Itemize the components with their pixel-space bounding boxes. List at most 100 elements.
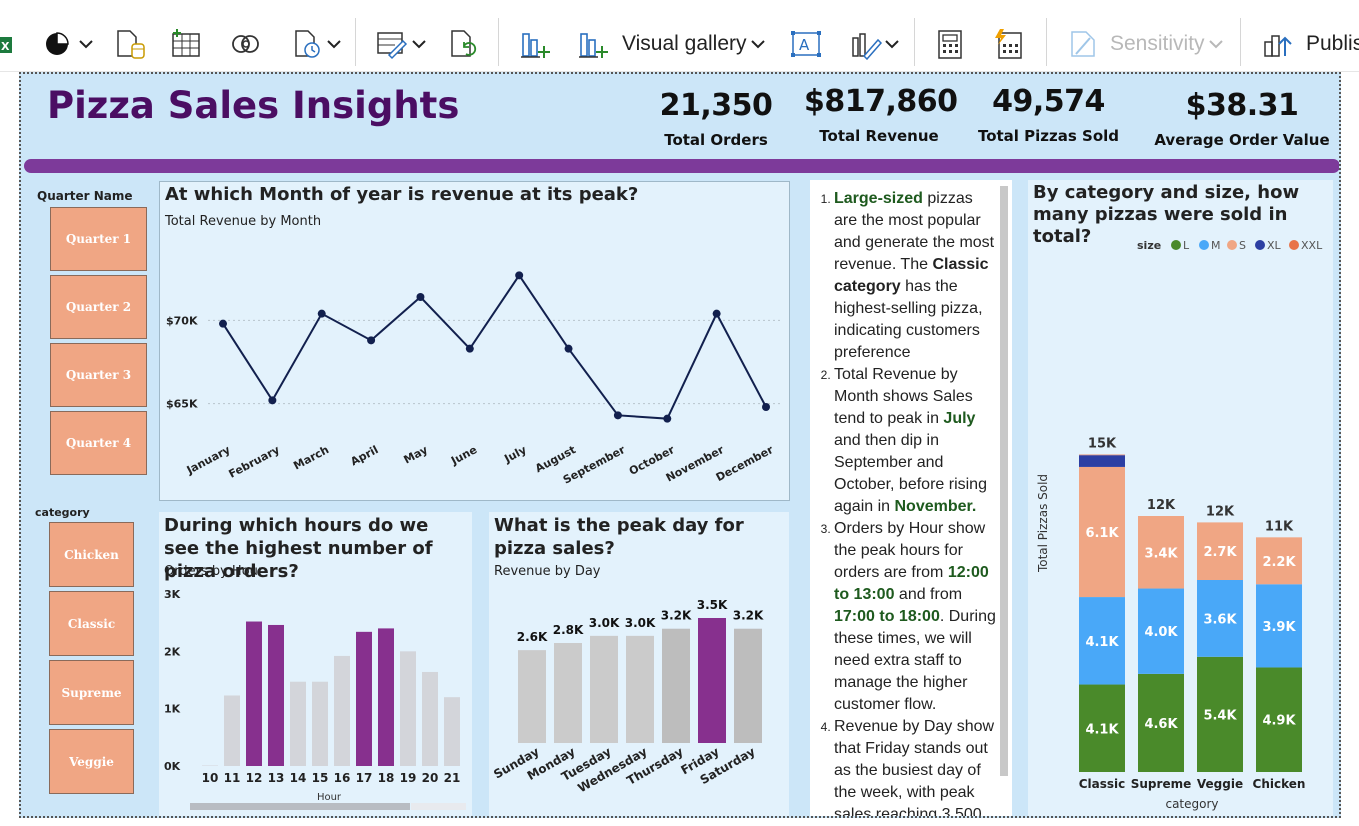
kpi-total-orders: 21,350 Total Orders [656, 88, 776, 149]
data-point-april [367, 336, 376, 345]
sensitivity-label: Sensitivity [1110, 32, 1205, 55]
slicer-quarter-2[interactable]: Quarter 2 [50, 275, 147, 339]
insights-scrollbar[interactable] [1000, 186, 1008, 776]
publish-label: Publis [1306, 32, 1359, 55]
quick-measure-icon[interactable] [992, 24, 1024, 64]
data-point-september [613, 411, 622, 420]
bar-hour-18 [378, 628, 394, 766]
x-tick-label: 10 [202, 771, 219, 785]
legend-marker-l [1171, 240, 1181, 250]
total-label: 12K [1147, 498, 1176, 513]
scrollbar-track [411, 803, 466, 810]
size-category-card[interactable]: By category and size, how many pizzas we… [1028, 180, 1333, 816]
svg-text:X: X [1, 40, 10, 53]
insight-item: Large-sized pizzas are the most popular … [834, 188, 1000, 364]
x-tick-label: January [184, 443, 233, 477]
monthly-revenue-chart: $65K $70K JanuaryFebruary March April May June… [166, 271, 780, 487]
x-tick-label: Supreme [1131, 777, 1191, 791]
data-label: 2.6K [517, 630, 548, 644]
more-visuals-icon[interactable] [850, 24, 906, 64]
legend-marker-s [1227, 240, 1237, 250]
slicer-category-classic[interactable]: Classic [49, 591, 134, 656]
data-point-october [663, 414, 672, 423]
svg-text:A: A [799, 36, 810, 54]
y-tick-label: $65K [166, 398, 198, 411]
data-point-february [268, 396, 277, 405]
text-box-icon[interactable]: A [790, 24, 822, 64]
slicer-category-chicken[interactable]: Chicken [49, 522, 134, 587]
legend-label-m: M [1211, 239, 1221, 252]
kpi-value: $38.31 [1185, 88, 1299, 123]
bar-hour-19 [400, 651, 416, 766]
header-divider [24, 159, 1339, 173]
x-tick-label: May [402, 443, 430, 466]
bar-day-monday [554, 643, 582, 743]
bar-hour-14 [290, 681, 306, 766]
data-point-july [515, 271, 524, 280]
new-visual-icon[interactable] [520, 24, 552, 64]
bar-hour-21 [444, 697, 460, 766]
size-category-chart: size L M S XL XXL 4.1K 4.1K 6.1K 15K Classic 4.6K 4.… [1036, 239, 1323, 811]
dashboard-title: Pizza Sales Insights [47, 84, 460, 127]
legend-label-xxl: XXL [1301, 239, 1323, 252]
legend-marker-m [1199, 240, 1209, 250]
slicer-category-veggie[interactable]: Veggie [49, 729, 134, 794]
slicer-quarter-3[interactable]: Quarter 3 [50, 343, 147, 407]
segment-label: 3.6K [1203, 612, 1237, 627]
data-label: 3.0K [625, 616, 656, 630]
x-tick-label: December [714, 443, 776, 484]
transform-data-icon[interactable] [375, 24, 429, 64]
legend-marker-xl [1255, 240, 1265, 250]
sensitivity-button[interactable]: Sensitivity [1066, 24, 1227, 64]
y-tick-label: 2K [164, 645, 181, 658]
y-tick-label: 1K [164, 703, 181, 716]
horizontal-scrollbar [190, 803, 410, 810]
new-measure-icon[interactable] [934, 24, 966, 64]
y-axis-label: Total Pizzas Sold [1036, 474, 1050, 573]
segment-label: 4.6K [1144, 717, 1178, 732]
x-tick-label: 19 [400, 771, 417, 785]
segment-label: 6.1K [1085, 526, 1119, 541]
excel-icon[interactable]: X [0, 24, 14, 64]
data-point-june [465, 344, 474, 353]
bar-day-saturday [734, 628, 762, 743]
y-tick-label: 0K [164, 760, 181, 773]
x-tick-label: 12 [246, 771, 263, 785]
x-tick-label: Chicken [1253, 777, 1306, 791]
data-hub-icon[interactable] [44, 24, 96, 64]
hourly-orders-chart: 0K 1K 2K 3K 10 11 12 13 14 15 16 17 18 19 20 21 Hour [164, 588, 466, 810]
publish-button[interactable]: Publis [1262, 24, 1359, 64]
ribbon-toolbar: X Visual gallery A Sensitivity Publis [0, 0, 1359, 72]
segment-label: 4.1K [1085, 722, 1119, 737]
enter-data-icon[interactable] [170, 24, 202, 64]
x-tick-label: Veggie [1197, 777, 1243, 791]
data-point-march [317, 309, 326, 318]
kpi-total-pizzas-sold: 49,574 Total Pizzas Sold [971, 84, 1126, 145]
slicer-quarter-4[interactable]: Quarter 4 [50, 411, 147, 475]
legend-label-xl: XL [1267, 239, 1282, 252]
monthly-revenue-card[interactable]: At which Month of year is revenue at its… [159, 181, 790, 501]
daily-revenue-card[interactable]: What is the peak day for pizza sales? Re… [489, 512, 789, 816]
hourly-orders-card[interactable]: During which hours do we see the highest… [159, 512, 472, 816]
publish-icon [1264, 35, 1292, 57]
recent-sources-icon[interactable] [292, 24, 346, 64]
x-tick-label: March [291, 443, 331, 472]
slicer-category-supreme[interactable]: Supreme [49, 660, 134, 725]
x-tick-label: 14 [290, 771, 307, 785]
insights-textbox[interactable]: Large-sized pizzas are the most popular … [810, 180, 1012, 816]
bar-day-tuesday [590, 635, 618, 743]
segment-classic-xxl [1079, 454, 1125, 456]
kpi-label: Total Pizzas Sold [977, 127, 1120, 145]
bar-hour-11 [224, 695, 240, 766]
sensitivity-icon [1071, 31, 1095, 57]
segment-label: 2.7K [1203, 545, 1237, 560]
visual-gallery-button[interactable]: Visual gallery [578, 24, 769, 64]
legend-label-s: S [1239, 239, 1246, 252]
insight-item: Revenue by Day show that Friday stands o… [834, 716, 1000, 816]
refresh-icon[interactable] [448, 24, 480, 64]
onelake-icon[interactable] [230, 24, 262, 64]
slicer-quarter-1[interactable]: Quarter 1 [50, 207, 147, 271]
data-point-january [219, 319, 227, 328]
chevron-down-icon [750, 40, 765, 49]
dataverse-icon[interactable] [114, 24, 146, 64]
